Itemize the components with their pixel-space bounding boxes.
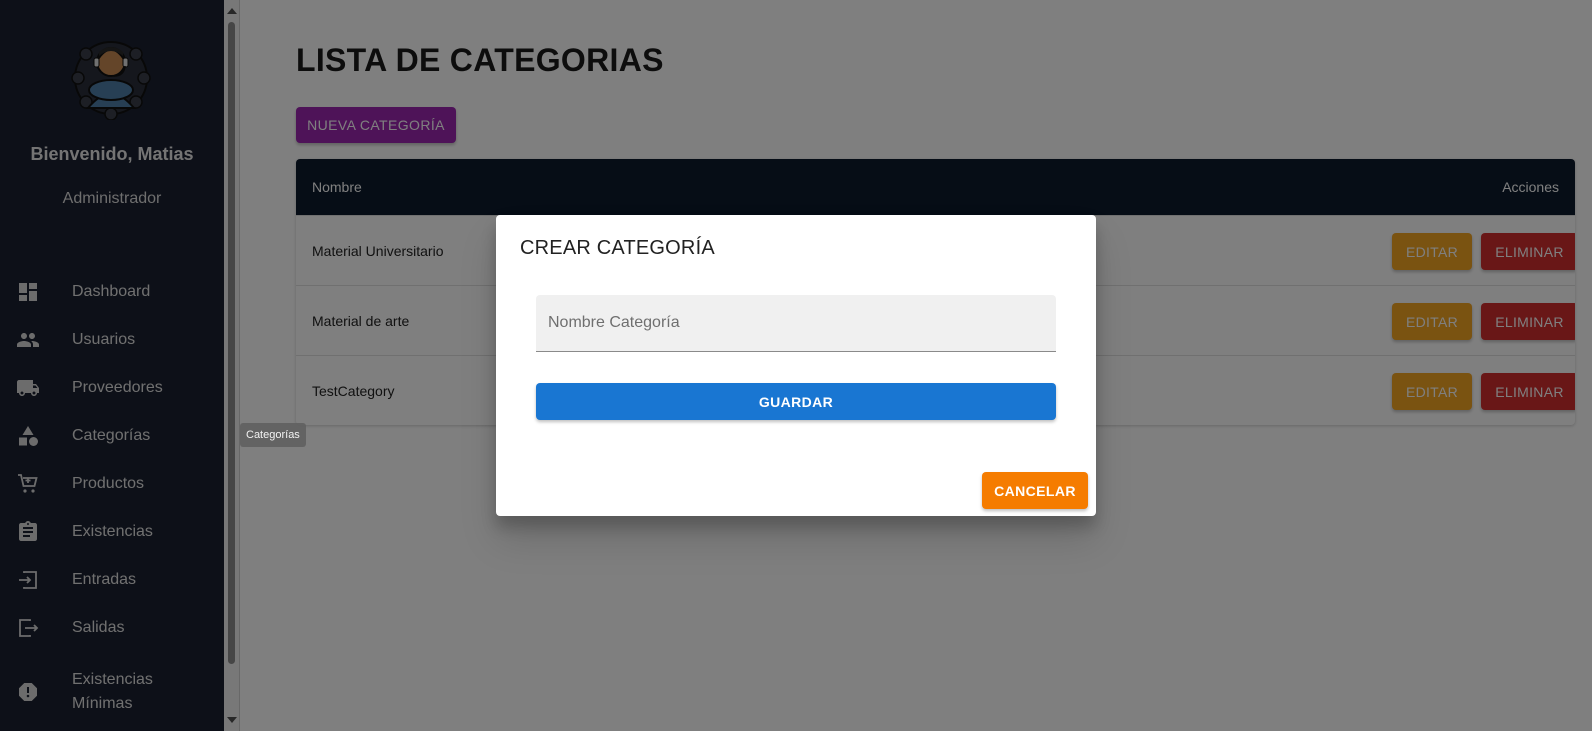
category-name-input[interactable] bbox=[536, 295, 1056, 351]
category-name-field[interactable] bbox=[536, 295, 1056, 352]
tooltip: Categorías bbox=[240, 423, 306, 447]
dialog-title: CREAR CATEGORÍA bbox=[520, 237, 715, 259]
save-button[interactable]: GUARDAR bbox=[536, 383, 1056, 420]
create-category-dialog: CREAR CATEGORÍA GUARDAR CANCELAR bbox=[496, 215, 1096, 516]
cancel-button[interactable]: CANCELAR bbox=[982, 472, 1088, 509]
